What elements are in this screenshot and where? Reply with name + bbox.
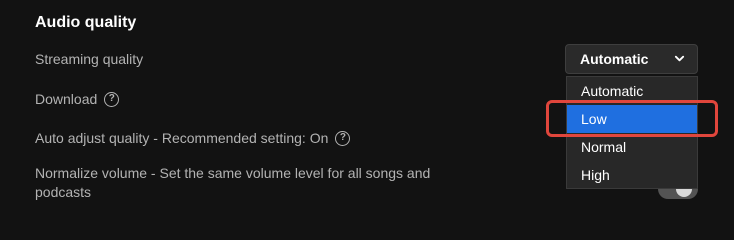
settings-page: Audio quality Streaming quality Download… (0, 0, 734, 217)
streaming-quality-row: Streaming quality (35, 50, 143, 69)
normalize-volume-label: Normalize volume - Set the same volume l… (35, 165, 431, 200)
annotation-highlight-box (546, 100, 718, 137)
download-row: Download ? (35, 90, 120, 109)
download-label: Download (35, 91, 98, 107)
normalize-volume-row: Normalize volume - Set the same volume l… (35, 164, 455, 202)
chevron-down-icon (674, 55, 685, 62)
dropdown-option-high[interactable]: High (567, 161, 697, 188)
auto-adjust-row: Auto adjust quality - Recommended settin… (35, 129, 351, 148)
question-circle-icon[interactable]: ? (104, 92, 120, 107)
question-circle-icon[interactable]: ? (335, 131, 351, 146)
streaming-quality-select[interactable]: Automatic (565, 44, 698, 74)
streaming-quality-value: Automatic (580, 51, 649, 67)
streaming-quality-label: Streaming quality (35, 51, 144, 67)
auto-adjust-label: Auto adjust quality - Recommended settin… (35, 130, 329, 146)
section-title-audio-quality: Audio quality (35, 14, 137, 31)
dropdown-option-normal[interactable]: Normal (567, 133, 697, 161)
